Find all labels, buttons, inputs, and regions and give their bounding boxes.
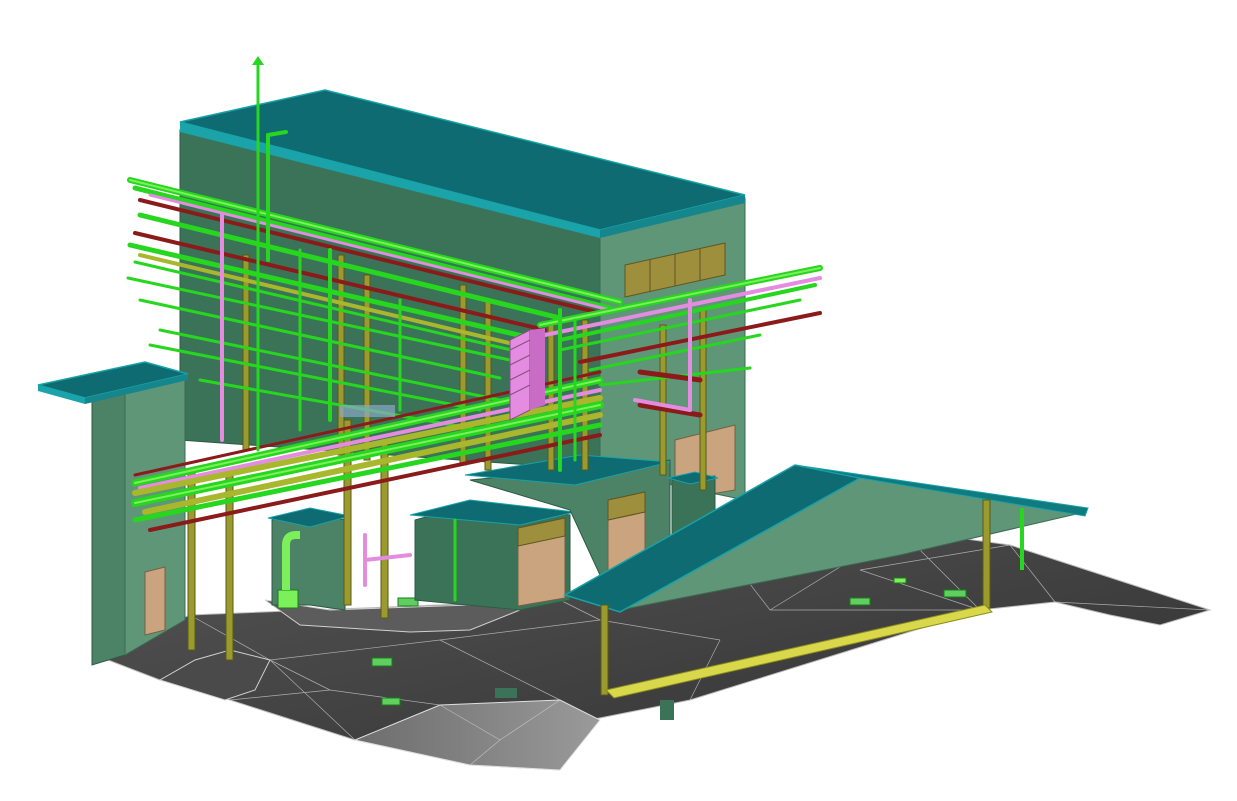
drain-pit: [849, 597, 871, 606]
canopy-column: [982, 499, 991, 609]
drain-pit: [381, 697, 401, 706]
canopy-column: [600, 604, 609, 696]
plant-3d-model-view: [37, 56, 1212, 771]
drain-pit: [371, 657, 393, 667]
door: [517, 534, 566, 607]
annex-wall-front: [91, 389, 126, 666]
vent-arrow-icon: [252, 56, 264, 65]
drain-pit: [893, 577, 907, 584]
annex-door: [144, 566, 166, 636]
duct-tower: [509, 328, 545, 421]
drain-pit: [943, 589, 967, 598]
cable-tray: [340, 405, 395, 417]
